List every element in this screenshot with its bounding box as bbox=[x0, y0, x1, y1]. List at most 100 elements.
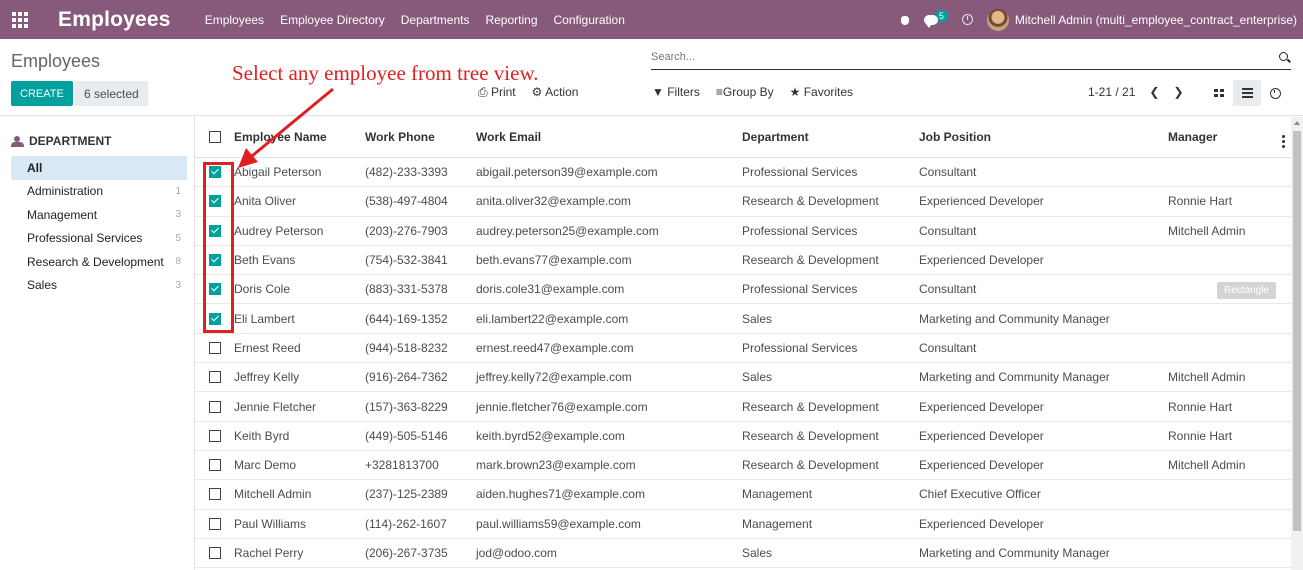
cell-work-phone: (538)-497-4804 bbox=[365, 194, 448, 209]
column-employee-name[interactable]: Employee Name bbox=[234, 130, 365, 144]
scrollbar[interactable] bbox=[1291, 117, 1303, 570]
cell-work-email: doris.cole31@example.com bbox=[476, 282, 625, 297]
cell-department: Sales bbox=[742, 370, 773, 385]
row-checkbox[interactable] bbox=[208, 547, 221, 559]
kanban-view-button[interactable] bbox=[1205, 80, 1233, 106]
cell-work-phone: (157)-363-8229 bbox=[365, 399, 448, 414]
cell-work-phone: +3281813700 bbox=[365, 458, 439, 473]
department-item-sales[interactable]: Sales 3 bbox=[11, 274, 187, 298]
app-menu-icon[interactable] bbox=[0, 0, 40, 39]
cell-manager: Rectangle bbox=[1168, 282, 1276, 300]
cell-manager: Mitchell Admin bbox=[1168, 370, 1246, 385]
menu-employee-directory[interactable]: Employee Directory bbox=[280, 13, 385, 27]
department-label: Management bbox=[27, 207, 98, 222]
list-view-button[interactable] bbox=[1233, 80, 1261, 106]
table-row[interactable]: Beth Evans (754)-532-3841 beth.evans77@exa… bbox=[195, 246, 1291, 276]
cell-employee-name: Eli Lambert bbox=[234, 311, 295, 326]
pager-next-icon[interactable]: ❯ bbox=[1173, 85, 1183, 99]
create-button[interactable]: CREATE bbox=[11, 81, 73, 106]
kanban-icon bbox=[1214, 89, 1224, 97]
row-checkbox[interactable] bbox=[208, 517, 221, 530]
department-label: Administration bbox=[27, 184, 104, 199]
bug-icon[interactable] bbox=[900, 14, 910, 26]
menu-employees[interactable]: Employees bbox=[205, 13, 264, 27]
column-work-email[interactable]: Work Email bbox=[476, 130, 742, 144]
cell-work-email: jennie.fletcher76@example.com bbox=[476, 399, 648, 414]
cell-work-phone: (754)-532-3841 bbox=[365, 253, 448, 268]
department-item-research-development[interactable]: Research & Development 8 bbox=[11, 250, 187, 274]
cell-employee-name: Jennie Fletcher bbox=[234, 399, 317, 414]
favorites-button[interactable]: ★ Favorites bbox=[790, 85, 853, 99]
table-row[interactable]: Marc Demo +3281813700 mark.brown23@example… bbox=[195, 451, 1291, 481]
activity-view-button[interactable] bbox=[1261, 80, 1289, 106]
group-by-button[interactable]: ≡Group By bbox=[716, 85, 774, 99]
department-item-all[interactable]: All bbox=[11, 156, 187, 180]
cell-department: Research & Development bbox=[742, 253, 879, 268]
search-input[interactable] bbox=[651, 51, 1251, 63]
table-row[interactable]: Paul Williams (114)-262-1607 paul.williams… bbox=[195, 510, 1291, 539]
row-checkbox[interactable] bbox=[208, 371, 221, 384]
optional-columns-icon[interactable] bbox=[1282, 134, 1285, 148]
table-row[interactable]: Anita Oliver (538)-497-4804 anita.oliver32… bbox=[195, 187, 1291, 217]
cell-work-email: beth.evans77@example.com bbox=[476, 253, 632, 268]
cell-work-phone: (883)-331-5378 bbox=[365, 282, 448, 297]
cell-employee-name: Anita Oliver bbox=[234, 194, 297, 209]
table-row[interactable]: Rachel Perry (206)-267-3735 jod@odoo.com Sa… bbox=[195, 539, 1291, 569]
app-title[interactable]: Employees bbox=[58, 8, 171, 32]
cell-work-phone: (203)-276-7903 bbox=[365, 223, 448, 238]
table-row[interactable]: Audrey Peterson (203)-276-7903 audrey.pete… bbox=[195, 217, 1291, 246]
activity-clock-icon[interactable] bbox=[961, 14, 973, 25]
row-checkbox[interactable] bbox=[208, 488, 221, 501]
table-row[interactable]: Doris Cole (883)-331-5378 doris.cole31@exa… bbox=[195, 275, 1291, 305]
row-checkbox[interactable] bbox=[208, 341, 221, 354]
menu-reporting[interactable]: Reporting bbox=[485, 13, 537, 27]
table-row[interactable]: Jeffrey Kelly (916)-264-7362 jeffrey.kelly… bbox=[195, 363, 1291, 393]
cell-employee-name: Rachel Perry bbox=[234, 546, 304, 560]
cell-job-position: Consultant bbox=[919, 282, 977, 297]
department-label: Research & Development bbox=[27, 254, 164, 269]
action-button[interactable]: ⚙ Action bbox=[532, 85, 579, 100]
print-button[interactable]: ⎙ Print bbox=[478, 85, 516, 100]
row-checkbox[interactable] bbox=[208, 459, 221, 472]
filters-button[interactable]: ▼ Filters bbox=[652, 85, 700, 99]
column-work-phone[interactable]: Work Phone bbox=[365, 130, 476, 144]
user-name: Mitchell Admin (multi_employee_contract_… bbox=[1014, 12, 1297, 27]
cell-department: Research & Development bbox=[742, 194, 879, 209]
table-row[interactable]: Mitchell Admin (237)-125-2389 aiden.hughes… bbox=[195, 480, 1291, 510]
column-job-position[interactable]: Job Position bbox=[919, 130, 1168, 144]
pager-value[interactable]: 1-21 / 21 bbox=[1088, 85, 1135, 99]
favorites-label: Favorites bbox=[803, 85, 854, 99]
scroll-up-icon[interactable] bbox=[1294, 121, 1300, 125]
cell-department: Research & Development bbox=[742, 428, 879, 443]
row-checkbox[interactable] bbox=[208, 429, 221, 442]
department-item-professional-services[interactable]: Professional Services 5 bbox=[11, 227, 187, 251]
select-all-checkbox[interactable] bbox=[208, 131, 221, 143]
cell-work-email: paul.williams59@example.com bbox=[476, 516, 641, 531]
cell-employee-name: Beth Evans bbox=[234, 253, 296, 268]
rectangle-button[interactable]: Rectangle bbox=[1216, 282, 1276, 300]
column-manager[interactable]: Manager bbox=[1168, 130, 1276, 144]
department-item-management[interactable]: Management 3 bbox=[11, 203, 187, 227]
chat-icon bbox=[923, 14, 938, 28]
search-icon[interactable] bbox=[1279, 52, 1288, 61]
top-navbar: Employees Employees Employee Directory D… bbox=[0, 0, 1303, 39]
scrollbar-thumb[interactable] bbox=[1293, 131, 1301, 531]
department-item-administration[interactable]: Administration 1 bbox=[11, 180, 187, 204]
menu-configuration[interactable]: Configuration bbox=[554, 13, 625, 27]
table-row[interactable]: Keith Byrd (449)-505-5146 keith.byrd52@exa… bbox=[195, 422, 1291, 451]
table-row[interactable]: Ernest Reed (944)-518-8232 ernest.reed47@e… bbox=[195, 334, 1291, 364]
clock-icon bbox=[1269, 87, 1281, 99]
menu-departments[interactable]: Departments bbox=[401, 13, 470, 27]
cell-work-phone: (482)-233-3393 bbox=[365, 165, 448, 180]
users-icon bbox=[11, 136, 24, 147]
cell-employee-name: Mitchell Admin bbox=[234, 487, 312, 502]
department-list: All Administration 1 Management 3 Professi… bbox=[11, 156, 187, 297]
column-department[interactable]: Department bbox=[742, 130, 919, 144]
user-menu[interactable]: Mitchell Admin (multi_employee_contract_… bbox=[986, 8, 1297, 31]
row-checkbox[interactable] bbox=[208, 400, 221, 413]
messages-button[interactable]: 5 bbox=[923, 9, 948, 28]
table-row[interactable]: Eli Lambert (644)-169-1352 eli.lambert22@e… bbox=[195, 304, 1291, 334]
table-row[interactable]: Abigail Peterson (482)-233-3393 abigail.pe… bbox=[195, 158, 1291, 188]
pager-previous-icon[interactable]: ❮ bbox=[1149, 85, 1159, 99]
table-row[interactable]: Jennie Fletcher (157)-363-8229 jennie.flet… bbox=[195, 392, 1291, 422]
